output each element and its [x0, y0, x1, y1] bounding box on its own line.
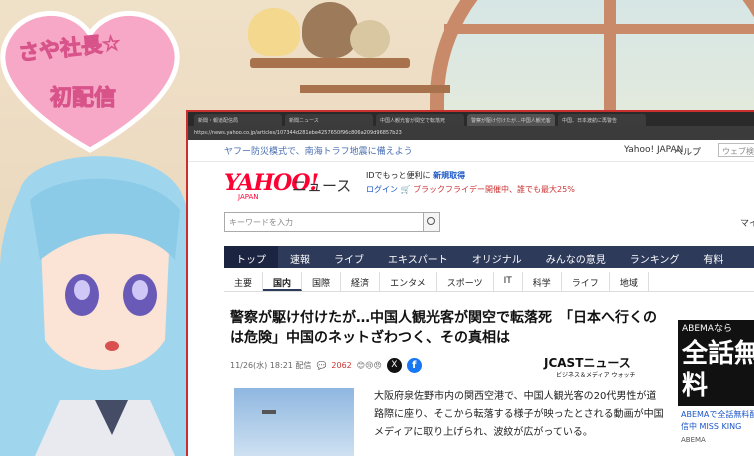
abema-ad[interactable]: ABEMAなら 全話無料 ABEMAで全話無料配信中 MISS KING ABE…	[678, 320, 754, 456]
cat-it[interactable]: IT	[494, 272, 523, 291]
ad-main-text: 全話無料	[678, 334, 754, 406]
address-bar[interactable]: https://news.yahoo.co.jp/articles/107344…	[188, 126, 754, 140]
cat-domestic[interactable]: 国内	[263, 272, 303, 291]
news-search-input[interactable]: キーワードを入力	[224, 212, 424, 232]
yahoo-news-page: ヤフー防災模式で、南海トラフ地震に備えよう Yahoo! JAPAN ヘルプ ウ…	[188, 140, 754, 456]
nav-paid[interactable]: 有料	[691, 246, 735, 268]
facebook-share-icon[interactable]: f	[406, 358, 422, 373]
article-datetime: 11/26(水) 18:21 配信	[230, 361, 312, 370]
wall-shelf	[250, 58, 410, 68]
reaction-icons[interactable]: 😊😢😠	[357, 361, 382, 370]
nav-expert[interactable]: エキスパート	[376, 246, 460, 268]
cat-local[interactable]: 地域	[610, 272, 649, 291]
news-logo-label[interactable]: ニュース	[292, 175, 351, 196]
x-share-icon[interactable]: X	[386, 358, 402, 373]
url-text[interactable]: https://news.yahoo.co.jp/articles/107344…	[194, 130, 402, 136]
comment-icon[interactable]: 💬	[316, 361, 326, 370]
disaster-prep-link[interactable]: ヤフー防災模式で、南海トラフ地震に備えよう	[224, 144, 413, 157]
login-link[interactable]: ログイン	[366, 185, 398, 194]
search-icon[interactable]	[424, 212, 440, 232]
ad-header: ABEMAなら	[678, 320, 754, 334]
nav-top[interactable]: トップ	[224, 246, 278, 268]
ad-brand: ABEMA	[681, 436, 706, 444]
black-friday-banner[interactable]: ブラックフライデー開催中、誰でも最大25%	[413, 185, 575, 194]
plush-toy-yellow	[248, 8, 300, 56]
source-tagline: ビジネス＆メディア ウォッチ	[556, 372, 636, 379]
web-search-input[interactable]: ウェブ検索	[718, 143, 754, 157]
signup-link[interactable]: 新規取得	[433, 171, 465, 180]
cat-economy[interactable]: 経済	[341, 272, 381, 291]
cat-international[interactable]: 国際	[302, 272, 342, 291]
browser-tab-active[interactable]: 警察が駆け付けたが...中国人観光客	[467, 114, 555, 126]
source-logo[interactable]: JCASTニュース	[544, 354, 631, 371]
browser-window: 新聞・報道配信局 新聞ニュース 中国人観光客が関空で転落死 警察が駆け付けたが.…	[186, 110, 754, 456]
id-promo-text: IDでもっと便利に	[366, 171, 431, 180]
plush-toy-beige	[350, 20, 390, 58]
main-nav: トップ 速報 ライブ エキスパート オリジナル みんなの意見 ランキング 有料	[224, 246, 754, 268]
cat-sports[interactable]: スポーツ	[437, 272, 494, 291]
login-row: ログイン 🛒 ブラックフライデー開催中、誰でも最大25%	[366, 184, 575, 195]
browser-tab[interactable]: 中国人観光客が関空で転落死	[376, 114, 464, 126]
cat-entertainment[interactable]: エンタメ	[380, 272, 437, 291]
street-lamp	[262, 410, 276, 414]
article-meta: 11/26(水) 18:21 配信 💬 2062 😊😢😠 X f	[230, 358, 422, 373]
heart-title-line2: 初配信	[49, 86, 117, 112]
nav-breaking[interactable]: 速報	[278, 246, 322, 268]
article-headline: 警察が駆け付けたが…中国人観光客が関空で転落死 「日本へ行くのは危険」中国のネッ…	[230, 310, 657, 346]
id-promo: IDでもっと便利に 新規取得	[366, 170, 465, 181]
category-nav: 主要 国内 国際 経済 エンタメ スポーツ IT 科学 ライフ 地域	[224, 272, 754, 292]
nav-opinions[interactable]: みんなの意見	[534, 246, 618, 268]
vtuber-avatar	[0, 156, 200, 456]
article-image[interactable]	[234, 388, 354, 456]
help-link[interactable]: ヘルプ	[674, 145, 701, 158]
cart-icon: 🛒	[400, 185, 411, 194]
nav-original[interactable]: オリジナル	[460, 246, 534, 268]
cat-life[interactable]: ライフ	[562, 272, 610, 291]
browser-tab[interactable]: 新聞ニュース	[285, 114, 373, 126]
cat-science[interactable]: 科学	[523, 272, 562, 291]
comment-count[interactable]: 2062	[331, 361, 351, 370]
yahoo-logo-sub: JAPAN	[238, 193, 259, 201]
nav-live[interactable]: ライブ	[322, 246, 376, 268]
ad-link-text[interactable]: ABEMAで全話無料配信中 MISS KING	[678, 406, 754, 436]
my-page-link[interactable]: マイ	[740, 216, 754, 229]
browser-tab[interactable]: 中国、日本渡航に再警告	[558, 114, 646, 126]
article-body: 大阪府泉佐野市内の関西空港で、中国人観光客の20代男性が道路際に座り、そこから転…	[374, 391, 664, 438]
plush-toy-brown	[302, 2, 358, 58]
cat-main[interactable]: 主要	[224, 272, 264, 291]
nav-ranking[interactable]: ランキング	[618, 246, 692, 268]
tab-bar: 新聞・報道配信局 新聞ニュース 中国人観光客が関空で転落死 警察が駆け付けたが.…	[188, 112, 754, 126]
browser-tab[interactable]: 新聞・報道配信局	[194, 114, 282, 126]
top-strip: ヤフー防災模式で、南海トラフ地震に備えよう Yahoo! JAPAN ヘルプ ウ…	[188, 140, 754, 162]
wall-shelf-lower	[300, 85, 450, 93]
